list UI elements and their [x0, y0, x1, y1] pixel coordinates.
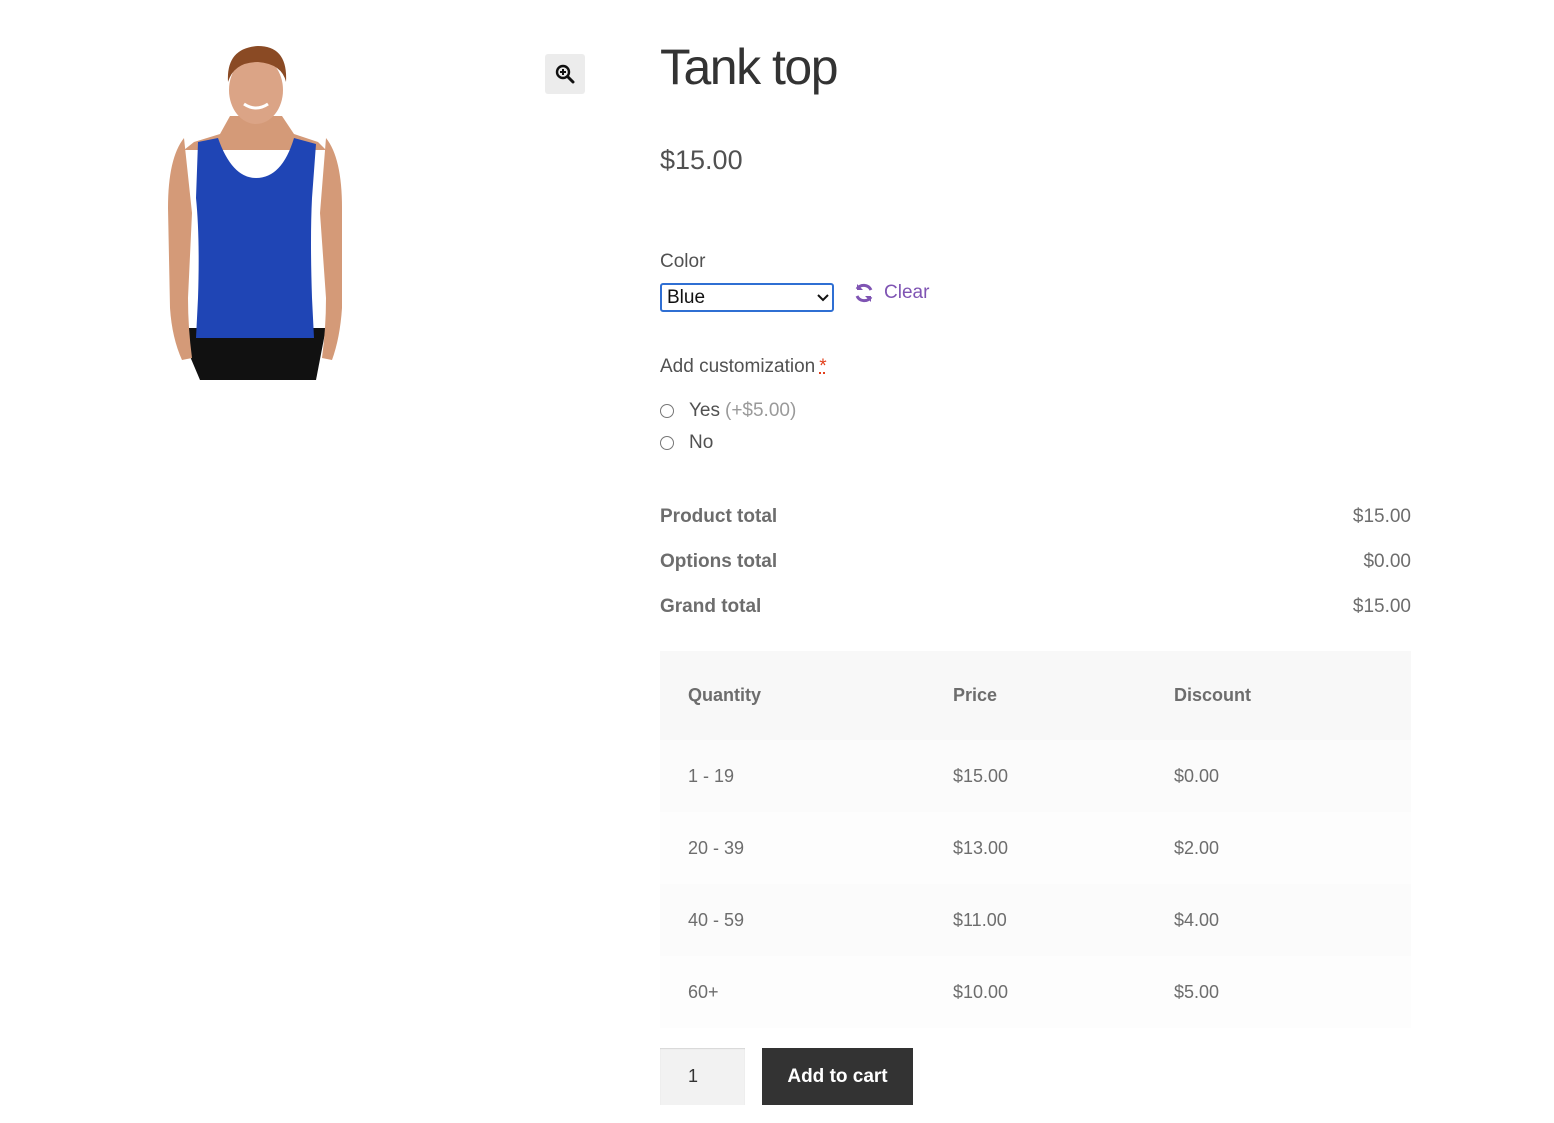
discount-cell: $4.00: [1174, 909, 1220, 930]
product-price: $15.00: [660, 145, 743, 175]
quantity-cell: 20 - 39: [688, 837, 745, 858]
price-cell: $11.00: [953, 909, 1007, 930]
option-yes-price: (+$5.00): [725, 400, 797, 421]
quantity-cell: 40 - 59: [688, 909, 745, 930]
discount-header: Discount: [1174, 685, 1252, 705]
color-label: Color: [660, 251, 706, 272]
color-select-value: Blue: [667, 286, 706, 308]
discount-cell: $5.00: [1174, 981, 1220, 1002]
customization-label-text: Add customization: [660, 356, 816, 377]
quantity-pricing-table: Quantity Price Discount 1 - 19 $15.00 $0…: [660, 651, 1411, 1028]
options-total-row: Options total $0.00: [660, 551, 1411, 596]
chevron-down-icon: [814, 293, 832, 302]
customization-option-no[interactable]: No: [660, 432, 713, 454]
color-select[interactable]: Blue: [660, 283, 834, 312]
table-row: 1 - 19 $15.00 $0.00: [660, 740, 1411, 812]
clear-variations-link[interactable]: Clear: [853, 282, 929, 304]
magnifier-zoom-icon: [555, 64, 575, 84]
table-header-row: Quantity Price Discount: [660, 651, 1411, 740]
quantity-input[interactable]: 1: [660, 1048, 745, 1105]
quantity-cell: 60+: [688, 981, 719, 1002]
table-row: 40 - 59 $11.00 $4.00: [660, 884, 1411, 956]
quantity-header: Quantity: [688, 685, 762, 705]
discount-cell: $0.00: [1174, 765, 1220, 786]
grand-total-label: Grand total: [660, 596, 762, 617]
product-total-value: $15.00: [1352, 506, 1411, 527]
price-cell: $10.00: [953, 981, 1009, 1002]
price-cell: $15.00: [953, 765, 1009, 786]
totals-summary: Product total $15.00 Options total $0.00…: [660, 506, 1411, 641]
grand-total-row: Grand total $15.00: [660, 596, 1411, 641]
table-row: 20 - 39 $13.00 $2.00: [660, 812, 1411, 884]
options-total-value: $0.00: [1363, 551, 1411, 572]
discount-cell: $2.00: [1174, 837, 1220, 858]
refresh-icon: [853, 282, 875, 304]
price-header: Price: [953, 685, 998, 705]
option-no-label: No: [689, 432, 714, 453]
option-yes-label: Yes: [689, 400, 720, 421]
price-cell: $13.00: [953, 837, 1009, 858]
product-title: Tank top: [660, 39, 839, 95]
clear-label: Clear: [884, 282, 930, 303]
product-total-label: Product total: [660, 506, 778, 527]
radio-no[interactable]: [660, 436, 674, 450]
radio-yes[interactable]: [660, 404, 674, 418]
zoom-button[interactable]: [545, 54, 585, 94]
options-total-label: Options total: [660, 551, 778, 572]
product-gallery: [40, 30, 600, 400]
add-to-cart-button[interactable]: Add to cart: [762, 1048, 913, 1105]
customization-option-yes[interactable]: Yes (+$5.00): [660, 400, 796, 422]
quantity-cell: 1 - 19: [688, 765, 735, 786]
product-image[interactable]: [80, 38, 440, 380]
product-total-row: Product total $15.00: [660, 506, 1411, 551]
customization-label: Add customization *: [660, 356, 827, 378]
required-marker: *: [819, 356, 827, 377]
table-row: 60+ $10.00 $5.00: [660, 956, 1411, 1028]
grand-total-value: $15.00: [1352, 596, 1411, 617]
